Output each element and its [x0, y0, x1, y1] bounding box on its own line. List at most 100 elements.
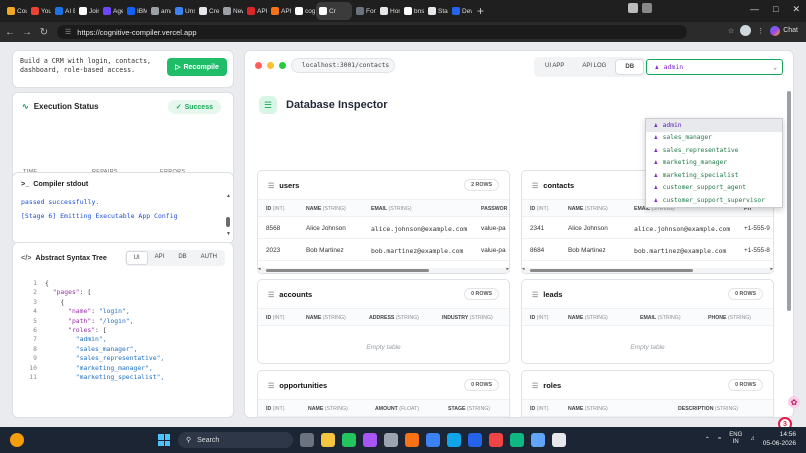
chat-button[interactable]: Chat	[770, 25, 798, 36]
column-header[interactable]: ID (INT)	[530, 406, 548, 412]
stdout-scrollbar[interactable]: ▲ ▼	[226, 193, 231, 241]
browser-tab[interactable]: Cours	[4, 2, 27, 20]
table-horizontal-scrollbar[interactable]: ◂ ▸	[522, 266, 773, 273]
browser-tab[interactable]: Agent	[100, 2, 123, 20]
browser-tab[interactable]: amazo	[148, 2, 171, 20]
scroll-left-icon[interactable]: ◂	[522, 266, 525, 272]
column-header[interactable]: DESCRIPTION (STRING)	[678, 406, 738, 412]
column-header[interactable]: PHONE (STRING)	[708, 315, 751, 321]
column-header[interactable]: ID (INT)	[530, 206, 548, 212]
column-header[interactable]: NAME (STRING)	[308, 406, 348, 412]
browser-tab[interactable]: bnssa	[401, 2, 424, 20]
column-header[interactable]: NAME (STRING)	[306, 206, 346, 212]
recompile-button[interactable]: ▷ Recompile	[167, 58, 227, 76]
column-header[interactable]: STAGE (STRING)	[448, 406, 490, 412]
browser-tab[interactable]: API Ke	[268, 2, 291, 20]
wifi-icon[interactable]: ≈	[718, 436, 721, 442]
file-explorer-icon[interactable]	[321, 433, 335, 447]
scroll-right-icon[interactable]: ▸	[770, 266, 773, 272]
browser-tab[interactable]: Stack	[425, 2, 448, 20]
volume-icon[interactable]: ♫	[750, 436, 755, 442]
role-option[interactable]: ♟ sales_manager	[646, 132, 782, 145]
view-tab-db[interactable]: DB	[615, 59, 645, 75]
column-header[interactable]: EMAIL (STRING)	[371, 206, 412, 212]
tab-api[interactable]: API	[148, 251, 172, 265]
browser-tab[interactable]: New	[220, 2, 243, 20]
table-row[interactable]: 2023 Bob Martinez bob.martinez@example.com…	[258, 240, 509, 261]
role-option[interactable]: ♟ sales_representative	[646, 144, 782, 157]
profile-avatar[interactable]	[740, 25, 752, 36]
browser-tab[interactable]: Unsto	[172, 2, 195, 20]
menu-icon[interactable]: ⋮	[757, 27, 764, 35]
scroll-up-icon[interactable]: ▲	[226, 193, 231, 199]
browser-tab[interactable]: Devpo	[449, 2, 472, 20]
column-header[interactable]: ID (INT)	[266, 406, 284, 412]
app-icon[interactable]	[531, 433, 545, 447]
new-tab-icon[interactable]: +	[477, 4, 484, 18]
column-header[interactable]: NAME (STRING)	[568, 315, 608, 321]
taskbar-search[interactable]: ⚲ Search	[178, 432, 293, 448]
url-field[interactable]: ☰ https://cognitive-compiler.vercel.app	[57, 25, 687, 39]
app-icon[interactable]	[468, 433, 482, 447]
table-row[interactable]: 8568 Alice Johnson alice.johnson@example.c…	[258, 218, 509, 239]
forward-icon[interactable]: →	[20, 27, 34, 38]
star-icon[interactable]: ☆	[728, 27, 734, 35]
app-icon[interactable]	[384, 433, 398, 447]
column-header[interactable]: EMAIL (STRING)	[640, 315, 681, 321]
column-header[interactable]: ID (INT)	[266, 206, 284, 212]
browser-tab[interactable]: Join c	[76, 2, 99, 20]
column-header[interactable]: NAME (STRING)	[568, 206, 608, 212]
windows-start-icon[interactable]	[158, 434, 170, 446]
app-icon[interactable]	[363, 433, 377, 447]
role-option[interactable]: ♟ customer_support_agent	[646, 182, 782, 195]
prompt-text[interactable]: Build a CRM with login, contacts, dashbo…	[20, 57, 168, 74]
table-row[interactable]: 2341 Alice Johnson alice.johnson@example.c…	[522, 218, 773, 239]
view-tab-ui-app[interactable]: UI APP	[536, 59, 573, 75]
ast-code-view[interactable]: 1{2 "pages": [3 {4 "name": "login", 5 "pa…	[13, 279, 233, 382]
weather-icon[interactable]	[10, 433, 24, 447]
role-option[interactable]: ♟ admin	[646, 119, 782, 132]
close-icon[interactable]: ✕	[792, 4, 800, 15]
role-option[interactable]: ♟ marketing_specialist	[646, 169, 782, 182]
table-horizontal-scrollbar[interactable]: ◂ ▸	[258, 266, 509, 273]
app-icon[interactable]	[510, 433, 524, 447]
scroll-left-icon[interactable]: ◂	[258, 266, 261, 272]
browser-tab[interactable]: Cr	[316, 2, 352, 20]
column-header[interactable]: PASSWOR	[481, 206, 507, 212]
task-view-icon[interactable]	[300, 433, 314, 447]
table-scroll-thumb[interactable]	[530, 269, 693, 272]
role-option[interactable]: ♟ marketing_manager	[646, 157, 782, 170]
notification-badge[interactable]: 3	[778, 417, 792, 427]
scroll-right-icon[interactable]: ▸	[506, 266, 509, 272]
tab-ui[interactable]: UI	[125, 251, 148, 265]
role-select[interactable]: ♟ admin ⌄	[646, 59, 783, 75]
table-scroll-thumb[interactable]	[266, 269, 429, 272]
tab-auth[interactable]: AUTH	[194, 251, 224, 265]
column-header[interactable]: INDUSTRY (STRING)	[442, 315, 493, 321]
vlc-icon[interactable]	[405, 433, 419, 447]
app-icon[interactable]	[426, 433, 440, 447]
column-header[interactable]: NAME (STRING)	[568, 406, 608, 412]
app-icon[interactable]	[552, 433, 566, 447]
site-info-icon[interactable]: ☰	[65, 28, 71, 36]
view-tab-api-log[interactable]: API LOG	[573, 59, 615, 75]
reload-icon[interactable]: ↻	[37, 27, 51, 38]
role-option[interactable]: ♟ customer_support_supervisor	[646, 194, 782, 207]
browser-tab[interactable]: Creat	[196, 2, 219, 20]
browser-tab[interactable]: Forge	[353, 2, 376, 20]
clock[interactable]: 14:56 05-06-2026	[763, 430, 796, 448]
minimize-icon[interactable]: —	[750, 4, 759, 15]
maximize-icon[interactable]: □	[773, 4, 778, 15]
column-header[interactable]: ID (INT)	[266, 315, 284, 321]
app-icon[interactable]	[342, 433, 356, 447]
chevron-up-icon[interactable]: ⌃	[705, 436, 710, 443]
column-header[interactable]: NAME (STRING)	[306, 315, 346, 321]
column-header[interactable]: ADDRESS (STRING)	[369, 315, 419, 321]
back-icon[interactable]: ←	[3, 27, 17, 38]
browser-tab[interactable]: Your a	[28, 2, 51, 20]
preview-scrollbar[interactable]	[787, 91, 791, 411]
browser-tab[interactable]: AI Eng	[52, 2, 75, 20]
browser-tab[interactable]: IBM A	[124, 2, 147, 20]
table-row[interactable]: 8684 Bob Martinez bob.martinez@example.com…	[522, 240, 773, 261]
browser-tab[interactable]: API K	[244, 2, 267, 20]
